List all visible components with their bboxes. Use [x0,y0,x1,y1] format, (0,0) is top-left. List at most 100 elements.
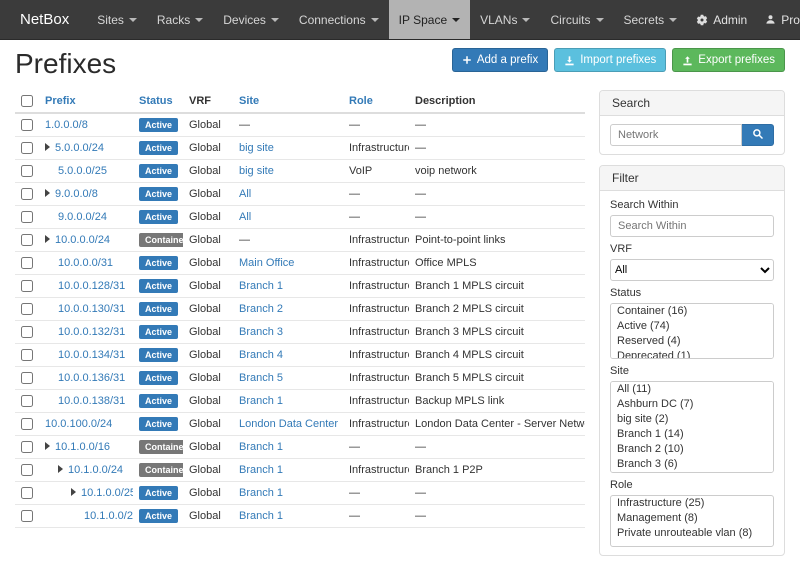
nav-profile[interactable]: Profile [756,0,800,39]
prefix-link[interactable]: 10.0.100.0/24 [45,418,112,430]
status-filter-option[interactable]: Active (74) [611,319,773,334]
page-title: Prefixes [15,48,116,80]
row-checkbox[interactable] [21,487,33,499]
site-link[interactable]: Branch 4 [239,349,283,361]
site-link[interactable]: Branch 1 [239,487,283,499]
status-filter-list[interactable]: Container (16)Active (74)Reserved (4)Dep… [610,303,774,359]
status-filter-option[interactable]: Container (16) [611,304,773,319]
site-link[interactable]: Branch 1 [239,280,283,292]
status-filter-option[interactable]: Reserved (4) [611,334,773,349]
nav-item-circuits[interactable]: Circuits [540,0,613,39]
site-filter-option[interactable]: Ashburn DC (7) [611,397,773,412]
column-sort-link[interactable]: Role [349,95,373,107]
row-checkbox[interactable] [21,510,33,522]
role-filter-option[interactable]: Infrastructure (25) [611,496,773,511]
row-checkbox[interactable] [21,280,33,292]
nav-item-connections[interactable]: Connections [289,0,389,39]
site-link[interactable]: Branch 2 [239,303,283,315]
nav-item-racks[interactable]: Racks [147,0,213,39]
column-header-role[interactable]: Role [343,90,409,113]
site-link[interactable]: All [239,188,251,200]
prefix-link[interactable]: 5.0.0.0/25 [58,165,107,177]
prefix-link[interactable]: 9.0.0.0/8 [55,188,98,200]
site-link[interactable]: All [239,211,251,223]
prefix-link[interactable]: 10.0.0.0/31 [58,257,113,269]
nav-item-sites[interactable]: Sites [87,0,147,39]
site-link[interactable]: Main Office [239,257,294,269]
site-link[interactable]: London Data Center [239,418,338,430]
site-filter-option[interactable]: Branch 1 (14) [611,427,773,442]
column-header-site[interactable]: Site [233,90,343,113]
search-within-input[interactable] [610,215,774,237]
add-a-prefix-button[interactable]: Add a prefix [452,48,548,72]
row-checkbox[interactable] [21,165,33,177]
site-link[interactable]: Branch 1 [239,510,283,522]
site-filter-option[interactable]: Branch 3 (6) [611,457,773,472]
nav-item-devices[interactable]: Devices [213,0,289,39]
import-prefixes-button[interactable]: Import prefixes [554,48,666,72]
column-sort-link[interactable]: Site [239,95,259,107]
column-sort-link[interactable]: Prefix [45,95,76,107]
site-link[interactable]: big site [239,165,274,177]
row-checkbox[interactable] [21,372,33,384]
page: Prefixes Add a prefixImport prefixesExpo… [0,40,800,566]
status-filter-option[interactable]: Deprecated (1) [611,349,773,359]
row-checkbox[interactable] [21,326,33,338]
nav-item-vlans[interactable]: VLANs [470,0,540,39]
column-header-status[interactable]: Status [133,90,183,113]
nav-item-ip-space[interactable]: IP Space [389,0,470,39]
select-all-checkbox[interactable] [21,95,33,107]
site-link[interactable]: Branch 5 [239,372,283,384]
export-prefixes-button[interactable]: Export prefixes [672,48,785,72]
row-checkbox[interactable] [21,395,33,407]
prefix-link[interactable]: 10.0.0.136/31 [58,372,125,384]
row-checkbox[interactable] [21,142,33,154]
prefix-link[interactable]: 10.0.0.134/31 [58,349,125,361]
site-filter-option[interactable]: Branch 2 (10) [611,442,773,457]
site-link[interactable]: Branch 3 [239,326,283,338]
prefix-link[interactable]: 10.1.0.0/24 [68,464,123,476]
prefix-link[interactable]: 10.0.0.138/31 [58,395,125,407]
prefix-link[interactable]: 9.0.0.0/24 [58,211,107,223]
row-checkbox[interactable] [21,303,33,315]
prefix-link[interactable]: 5.0.0.0/24 [55,142,104,154]
role-filter-option[interactable]: Private unrouteable vlan (8) [611,526,773,541]
row-checkbox[interactable] [21,418,33,430]
role-cell: Infrastructure [343,137,409,160]
prefix-link[interactable]: 10.0.0.132/31 [58,326,125,338]
nav-item-secrets[interactable]: Secrets [614,0,688,39]
row-checkbox[interactable] [21,119,33,131]
role-filter-option[interactable]: Management (8) [611,511,773,526]
row-checkbox[interactable] [21,234,33,246]
site-link[interactable]: big site [239,142,274,154]
site-filter-option[interactable]: big site (2) [611,412,773,427]
site-link[interactable]: Branch 1 [239,441,283,453]
row-checkbox[interactable] [21,441,33,453]
column-sort-link[interactable]: Status [139,95,173,107]
row-checkbox[interactable] [21,257,33,269]
row-checkbox[interactable] [21,464,33,476]
role-filter-list[interactable]: Infrastructure (25)Management (8)Private… [610,495,774,547]
caret-down-icon [129,18,137,22]
prefix-link[interactable]: 10.0.0.128/31 [58,280,125,292]
vrf-filter-select[interactable]: All [610,259,774,281]
row-checkbox[interactable] [21,211,33,223]
site-filter-option[interactable]: All (11) [611,382,773,397]
row-checkbox[interactable] [21,188,33,200]
nav-admin[interactable]: Admin [687,0,756,39]
search-button[interactable] [742,124,774,146]
prefix-link[interactable]: 10.1.0.0/25 [81,487,133,499]
prefix-link[interactable]: 10.0.0.0/24 [55,234,110,246]
prefix-link[interactable]: 1.0.0.0/8 [45,119,88,131]
site-link[interactable]: Branch 1 [239,395,283,407]
site-link[interactable]: Branch 1 [239,464,283,476]
row-checkbox[interactable] [21,349,33,361]
prefix-link[interactable]: 10.1.0.0/16 [55,441,110,453]
site-filter-list[interactable]: All (11)Ashburn DC (7)big site (2)Branch… [610,381,774,473]
site-filter-option[interactable]: Branch 4 (12) [611,472,773,473]
prefix-link[interactable]: 10.0.0.130/31 [58,303,125,315]
column-header-prefix[interactable]: Prefix [39,90,133,113]
navbar-brand[interactable]: NetBox [10,0,79,39]
search-input[interactable] [610,124,742,146]
prefix-link[interactable]: 10.1.0.0/26 [84,510,133,522]
